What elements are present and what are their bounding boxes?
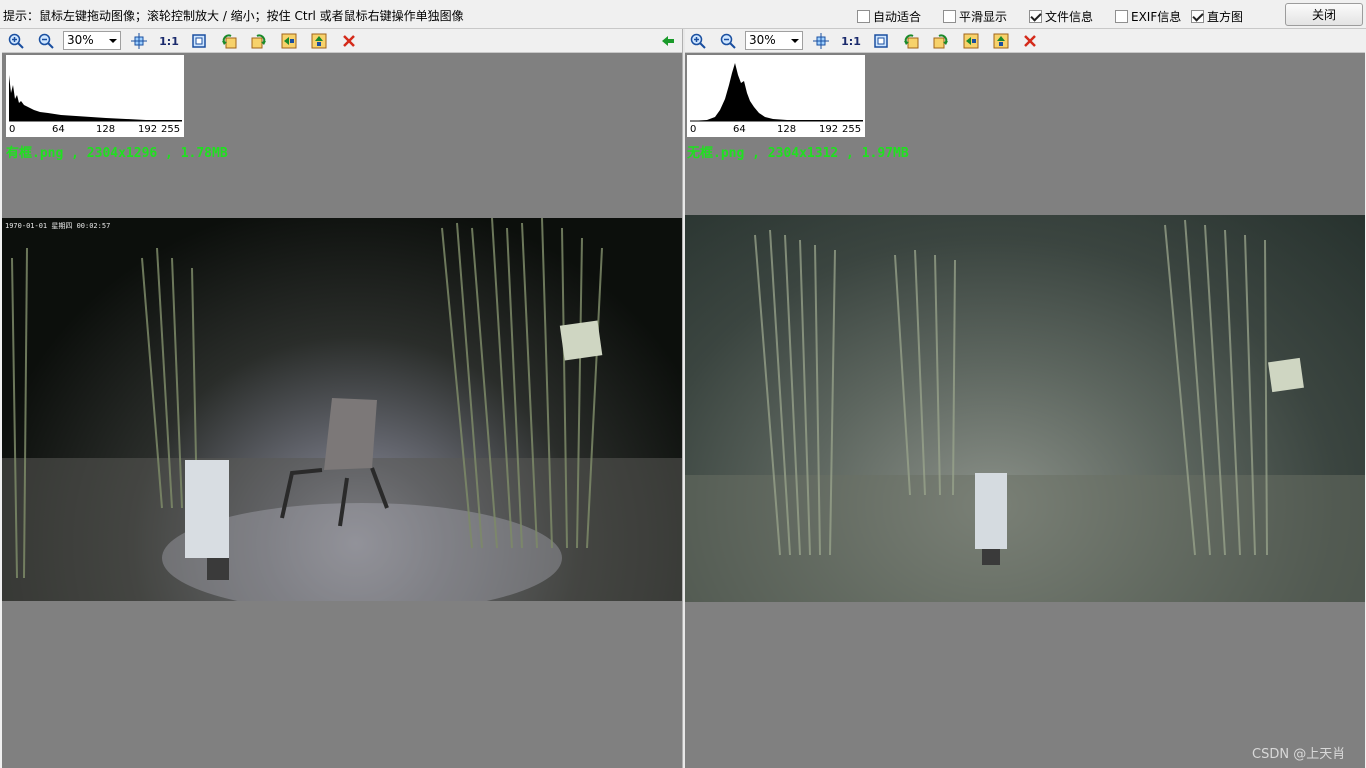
bamboo-night-scene xyxy=(2,218,682,601)
checkbox-box[interactable] xyxy=(1029,10,1042,23)
fit-center-icon[interactable] xyxy=(812,32,830,50)
file-info-label: 有框.png , 2304x1296 , 1.78MB xyxy=(6,146,228,161)
right-image-panel[interactable]: 30% 1:1 0 64 128 192 255 无框.png , 2304x1… xyxy=(685,29,1365,768)
checkbox-box[interactable] xyxy=(1191,10,1204,23)
top-bar: 提示：鼠标左键拖动图像；滚轮控制放大 / 缩小；按住 Ctrl 或者鼠标右键操作… xyxy=(0,0,1366,29)
fit-window-icon[interactable] xyxy=(190,32,208,50)
histogram-tick: 0 xyxy=(9,124,16,135)
histogram-tick: 192 xyxy=(819,124,839,135)
histogram-tick: 255 xyxy=(161,124,181,135)
flip-horizontal-icon[interactable] xyxy=(280,32,298,50)
zoom-select[interactable]: 30% xyxy=(63,31,121,50)
actual-size-button[interactable]: 1:1 xyxy=(841,32,861,50)
fit-center-icon[interactable] xyxy=(130,32,148,50)
zoom-in-icon[interactable] xyxy=(689,32,707,50)
rotate-left-icon[interactable] xyxy=(902,32,920,50)
close-button[interactable]: 关闭 xyxy=(1285,3,1363,26)
histogram-tick: 128 xyxy=(777,124,797,135)
arrow-left-icon[interactable] xyxy=(659,32,677,50)
right-image[interactable] xyxy=(685,215,1365,602)
rotate-left-icon[interactable] xyxy=(220,32,238,50)
close-image-icon[interactable] xyxy=(1021,32,1039,50)
histogram-tick: 192 xyxy=(138,124,158,135)
zoom-out-icon[interactable] xyxy=(37,32,55,50)
histogram-tick: 0 xyxy=(690,124,697,135)
zoom-out-icon[interactable] xyxy=(719,32,737,50)
zoom-value: 30% xyxy=(749,33,776,47)
zoom-value: 30% xyxy=(67,33,94,47)
zoom-select[interactable]: 30% xyxy=(745,31,803,50)
checkbox-label: 直方图 xyxy=(1207,10,1244,24)
histogram-axis: 0 64 128 192 255 xyxy=(6,124,184,136)
exif-info-checkbox[interactable]: EXIF信息 xyxy=(1115,8,1181,25)
checkbox-box[interactable] xyxy=(857,10,870,23)
chevron-down-icon xyxy=(109,39,117,43)
checkbox-label: 自动适合 xyxy=(873,10,922,24)
flip-vertical-icon[interactable] xyxy=(992,32,1010,50)
usage-hint: 提示：鼠标左键拖动图像；滚轮控制放大 / 缩小；按住 Ctrl 或者鼠标右键操作… xyxy=(3,9,464,23)
histogram-axis: 0 64 128 192 255 xyxy=(687,124,865,136)
file-info-label: 无框.png , 2304x1312 , 1.97MB xyxy=(687,146,909,161)
left-image-panel[interactable]: 30% 1:1 0 64 128 192 255 有框.png , 2304x1… xyxy=(2,29,682,768)
actual-size-button[interactable]: 1:1 xyxy=(159,32,179,50)
histogram-tick: 64 xyxy=(733,124,746,135)
checkbox-label: EXIF信息 xyxy=(1131,10,1182,24)
checkbox-label: 平滑显示 xyxy=(959,10,1008,24)
histogram-tick: 128 xyxy=(96,124,116,135)
timestamp-overlay: 1970-01-01 星期四 00:02:57 xyxy=(5,222,111,230)
close-image-icon[interactable] xyxy=(340,32,358,50)
rotate-right-icon[interactable] xyxy=(932,32,950,50)
checkbox-box[interactable] xyxy=(1115,10,1128,23)
auto-fit-checkbox[interactable]: 自动适合 xyxy=(857,8,921,25)
bamboo-night-scene xyxy=(685,219,1365,602)
left-image[interactable]: 1970-01-01 星期四 00:02:57 xyxy=(2,218,682,601)
csdn-watermark: CSDN @上天肖 xyxy=(1252,747,1346,762)
rotate-right-icon[interactable] xyxy=(250,32,268,50)
smooth-display-checkbox[interactable]: 平滑显示 xyxy=(943,8,1007,25)
flip-horizontal-icon[interactable] xyxy=(962,32,980,50)
zoom-in-icon[interactable] xyxy=(7,32,25,50)
flip-vertical-icon[interactable] xyxy=(310,32,328,50)
histogram-checkbox[interactable]: 直方图 xyxy=(1191,8,1243,25)
left-toolbar: 30% 1:1 xyxy=(2,29,682,53)
histogram: 0 64 128 192 255 xyxy=(6,55,184,137)
histogram: 0 64 128 192 255 xyxy=(687,55,865,137)
fit-window-icon[interactable] xyxy=(872,32,890,50)
right-toolbar: 30% 1:1 xyxy=(685,29,1365,53)
file-info-checkbox[interactable]: 文件信息 xyxy=(1029,8,1093,25)
chevron-down-icon xyxy=(791,39,799,43)
histogram-tick: 255 xyxy=(842,124,862,135)
histogram-tick: 64 xyxy=(52,124,65,135)
checkbox-label: 文件信息 xyxy=(1045,10,1094,24)
checkbox-box[interactable] xyxy=(943,10,956,23)
